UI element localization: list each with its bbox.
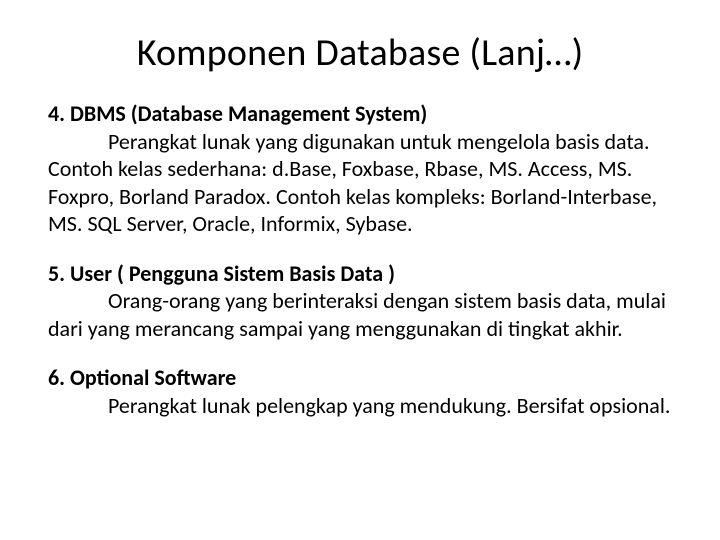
slide: Komponen Database (Lanj…) 4. DBMS (Datab…: [0, 0, 720, 540]
section-4: 4. DBMS (Database Management System) Per…: [48, 100, 672, 238]
section-5-body: Orang-orang yang berinteraksi dengan sis…: [48, 287, 672, 342]
section-4-body: Perangkat lunak yang digunakan untuk men…: [48, 128, 672, 238]
section-6-body: Perangkat lunak pelengkap yang mendukung…: [48, 392, 672, 420]
section-6: 6. Optional Software Perangkat lunak pel…: [48, 364, 672, 419]
slide-title: Komponen Database (Lanj…): [48, 30, 672, 76]
section-4-heading: 4. DBMS (Database Management System): [48, 100, 672, 128]
section-5: 5. User ( Pengguna Sistem Basis Data ) O…: [48, 260, 672, 343]
section-6-heading: 6. Optional Software: [48, 364, 672, 392]
section-5-heading: 5. User ( Pengguna Sistem Basis Data ): [48, 260, 672, 288]
